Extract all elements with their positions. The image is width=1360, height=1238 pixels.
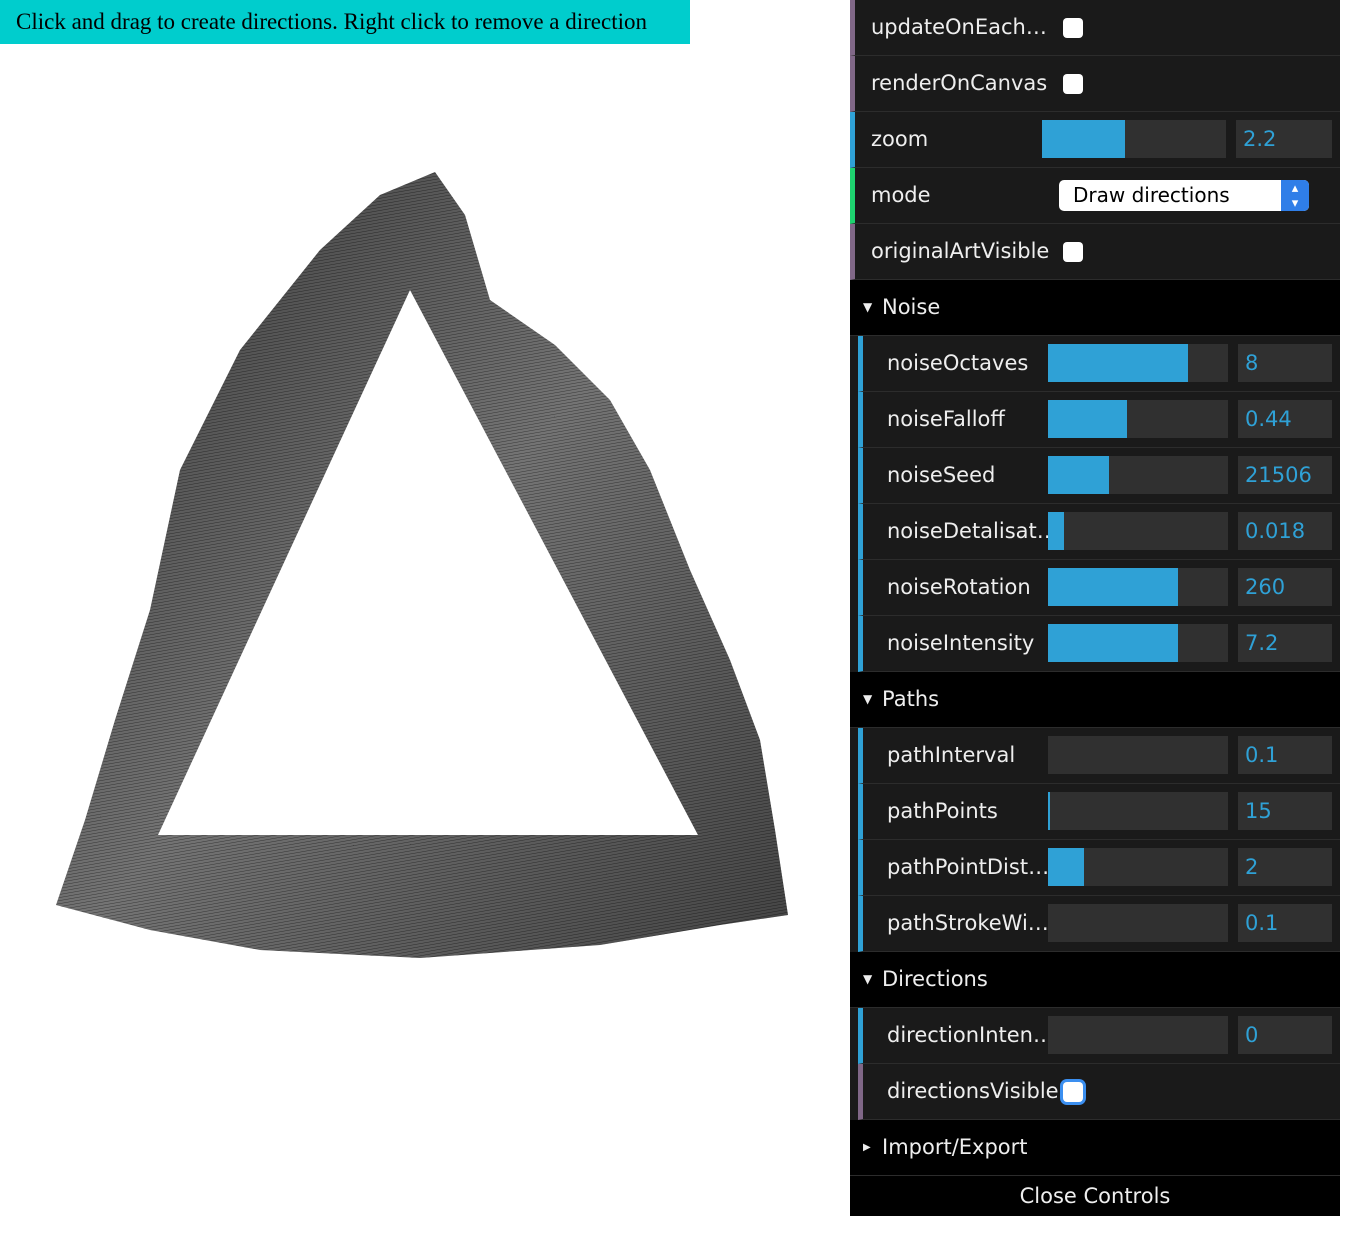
noise-octaves-value-input[interactable]: 8 — [1238, 344, 1332, 382]
zoom-slider[interactable] — [1042, 120, 1226, 158]
noise-octaves-label: noiseOctaves — [887, 351, 1029, 375]
path-interval-row: pathInterval 0.1 — [858, 728, 1340, 784]
noise-rotation-row: noiseRotation 260 — [858, 560, 1340, 616]
directions-folder-header[interactable]: ▼ Directions — [850, 952, 1340, 1008]
noise-octaves-slider-fill — [1048, 344, 1189, 382]
noise-seed-row: noiseSeed 21506 — [858, 448, 1340, 504]
path-stroke-width-label: pathStrokeWidth — [887, 911, 1059, 935]
path-point-distance-row: pathPointDista... 2 — [858, 840, 1340, 896]
noise-detalisation-slider-fill — [1048, 512, 1065, 550]
update-on-each-change-checkbox[interactable] — [1063, 18, 1083, 38]
noise-octaves-row: noiseOctaves 8 — [858, 336, 1340, 392]
render-on-canvas-row: renderOnCanvas — [850, 56, 1340, 112]
noise-detalisation-slider[interactable] — [1048, 512, 1228, 550]
noise-falloff-slider-fill — [1048, 400, 1128, 438]
caret-down-icon: ▼ — [863, 972, 873, 986]
noise-intensity-slider[interactable] — [1048, 624, 1228, 662]
paths-folder-title: Paths — [882, 687, 940, 711]
import-export-folder-title: Import/Export — [882, 1135, 1028, 1159]
path-points-slider-fill — [1048, 792, 1050, 830]
mode-select[interactable]: Draw directions ▴ ▾ — [1059, 180, 1309, 211]
path-point-distance-value-input[interactable]: 2 — [1238, 848, 1332, 886]
noise-seed-slider-fill — [1048, 456, 1110, 494]
direction-intensity-value-input[interactable]: 0 — [1238, 1016, 1332, 1054]
paths-folder-header[interactable]: ▼ Paths — [850, 672, 1340, 728]
mode-label: mode — [871, 183, 931, 207]
noise-detalisation-value-input[interactable]: 0.018 — [1238, 512, 1332, 550]
zoom-slider-fill — [1042, 120, 1125, 158]
noise-intensity-slider-fill — [1048, 624, 1178, 662]
path-interval-slider[interactable] — [1048, 736, 1228, 774]
noise-seed-label: noiseSeed — [887, 463, 996, 487]
directions-folder-title: Directions — [882, 967, 988, 991]
noise-rotation-value-input[interactable]: 260 — [1238, 568, 1332, 606]
directions-visible-checkbox[interactable] — [1063, 1082, 1083, 1102]
path-interval-label: pathInterval — [887, 743, 1016, 767]
noise-intensity-label: noiseIntensity — [887, 631, 1035, 655]
mode-select-value: Draw directions — [1073, 183, 1230, 207]
directions-visible-row: directionsVisible — [858, 1064, 1340, 1120]
path-point-distance-slider[interactable] — [1048, 848, 1228, 886]
path-point-distance-slider-fill — [1048, 848, 1084, 886]
original-art-visible-checkbox[interactable] — [1063, 242, 1083, 262]
path-points-label: pathPoints — [887, 799, 998, 823]
path-points-value-input[interactable]: 15 — [1238, 792, 1332, 830]
mode-row: mode Draw directions ▴ ▾ — [850, 168, 1340, 224]
caret-down-icon: ▼ — [863, 692, 873, 706]
noise-rotation-slider[interactable] — [1048, 568, 1228, 606]
direction-intensity-row: directionIntens... 0 — [858, 1008, 1340, 1064]
zoom-value-input[interactable]: 2.2 — [1236, 120, 1332, 158]
caret-right-icon: ▶ — [863, 1142, 871, 1153]
path-stroke-width-slider[interactable] — [1048, 904, 1228, 942]
noise-falloff-label: noiseFalloff — [887, 407, 1005, 431]
update-on-each-change-label: updateOnEachC... — [871, 15, 1059, 39]
noise-detalisation-row: noiseDetalisati... 0.018 — [858, 504, 1340, 560]
zoom-row: zoom 2.2 — [850, 112, 1340, 168]
direction-intensity-slider[interactable] — [1048, 1016, 1228, 1054]
noise-folder-title: Noise — [882, 295, 941, 319]
path-interval-value-input[interactable]: 0.1 — [1238, 736, 1332, 774]
path-points-slider[interactable] — [1048, 792, 1228, 830]
noise-intensity-value-input[interactable]: 7.2 — [1238, 624, 1332, 662]
noise-seed-value-input[interactable]: 21506 — [1238, 456, 1332, 494]
original-art-visible-label: originalArtVisible — [871, 239, 1050, 263]
update-on-each-change-row: updateOnEachC... — [850, 0, 1340, 56]
flow-field-triangle-canvas[interactable] — [0, 0, 850, 1238]
noise-falloff-row: noiseFalloff 0.44 — [858, 392, 1340, 448]
noise-intensity-row: noiseIntensity 7.2 — [858, 616, 1340, 672]
direction-intensity-label: directionIntens... — [887, 1023, 1059, 1047]
noise-detalisation-label: noiseDetalisati... — [887, 519, 1059, 543]
render-on-canvas-checkbox[interactable] — [1063, 74, 1083, 94]
noise-falloff-value-input[interactable]: 0.44 — [1238, 400, 1332, 438]
render-on-canvas-label: renderOnCanvas — [871, 71, 1048, 95]
path-point-distance-label: pathPointDista... — [887, 855, 1059, 879]
noise-seed-slider[interactable] — [1048, 456, 1228, 494]
noise-rotation-label: noiseRotation — [887, 575, 1031, 599]
directions-visible-label: directionsVisible — [887, 1079, 1059, 1103]
controls-panel: updateOnEachC... renderOnCanvas zoom 2.2… — [850, 0, 1340, 1216]
path-stroke-width-value-input[interactable]: 0.1 — [1238, 904, 1332, 942]
close-controls-button[interactable]: Close Controls — [850, 1176, 1340, 1216]
noise-octaves-slider[interactable] — [1048, 344, 1228, 382]
noise-falloff-slider[interactable] — [1048, 400, 1228, 438]
original-art-visible-row: originalArtVisible — [850, 224, 1340, 280]
noise-folder-header[interactable]: ▼ Noise — [850, 280, 1340, 336]
path-stroke-width-row: pathStrokeWidth 0.1 — [858, 896, 1340, 952]
noise-rotation-slider-fill — [1048, 568, 1178, 606]
caret-down-icon: ▼ — [863, 300, 873, 314]
import-export-folder-header[interactable]: ▶ Import/Export — [850, 1120, 1340, 1176]
path-points-row: pathPoints 15 — [858, 784, 1340, 840]
zoom-label: zoom — [871, 127, 929, 151]
triangle-ribbon-shade — [56, 172, 788, 958]
select-arrows-icon: ▴ ▾ — [1281, 180, 1309, 211]
